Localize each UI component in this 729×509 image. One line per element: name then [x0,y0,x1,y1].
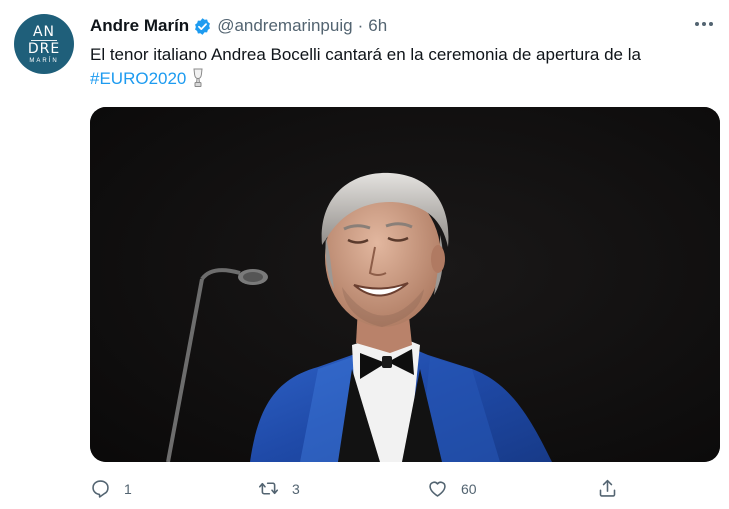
retweet-icon [258,482,279,495]
like-count: 60 [461,480,477,497]
more-dot [695,22,699,26]
tweet-card[interactable]: AN DRE MARÍN Andre Marín @andremarinpuig… [0,0,729,509]
more-dot [702,22,706,26]
author-display-name[interactable]: Andre Marín [90,16,189,36]
like-button[interactable]: 60 [427,478,477,499]
verified-badge-icon [195,17,211,35]
tweet-body: El tenor italiano Andrea Bocelli cantará… [90,45,641,64]
author-handle[interactable]: @andremarinpuig [217,16,352,36]
more-icon[interactable] [689,12,719,36]
tweet-text: El tenor italiano Andrea Bocelli cantará… [90,43,710,91]
avatar-text-line-2: DRE [27,40,61,57]
more-dot [709,22,713,26]
reply-button[interactable]: 1 [90,478,132,499]
photo-illustration [90,107,720,462]
like-icon [429,481,446,497]
trophy-icon [193,68,203,87]
tweet-actions: 1 3 60 [90,478,710,504]
avatar[interactable]: AN DRE MARÍN [14,14,74,74]
reply-count: 1 [124,480,132,497]
share-button[interactable] [597,478,618,499]
avatar-text-line-3: MARÍN [29,57,59,64]
retweet-count: 3 [292,480,300,497]
tweet-timestamp[interactable]: 6h [368,16,387,36]
hashtag-link[interactable]: #EURO2020 [90,69,186,88]
separator-dot: · [357,16,364,35]
avatar-divider [31,39,57,41]
avatar-text-line-1: AN [32,23,56,40]
tweet-photo[interactable] [90,107,720,462]
reply-icon [92,480,109,498]
share-icon [599,479,616,497]
retweet-button[interactable]: 3 [258,478,300,499]
tweet-header: Andre Marín @andremarinpuig · 6h [90,15,387,37]
